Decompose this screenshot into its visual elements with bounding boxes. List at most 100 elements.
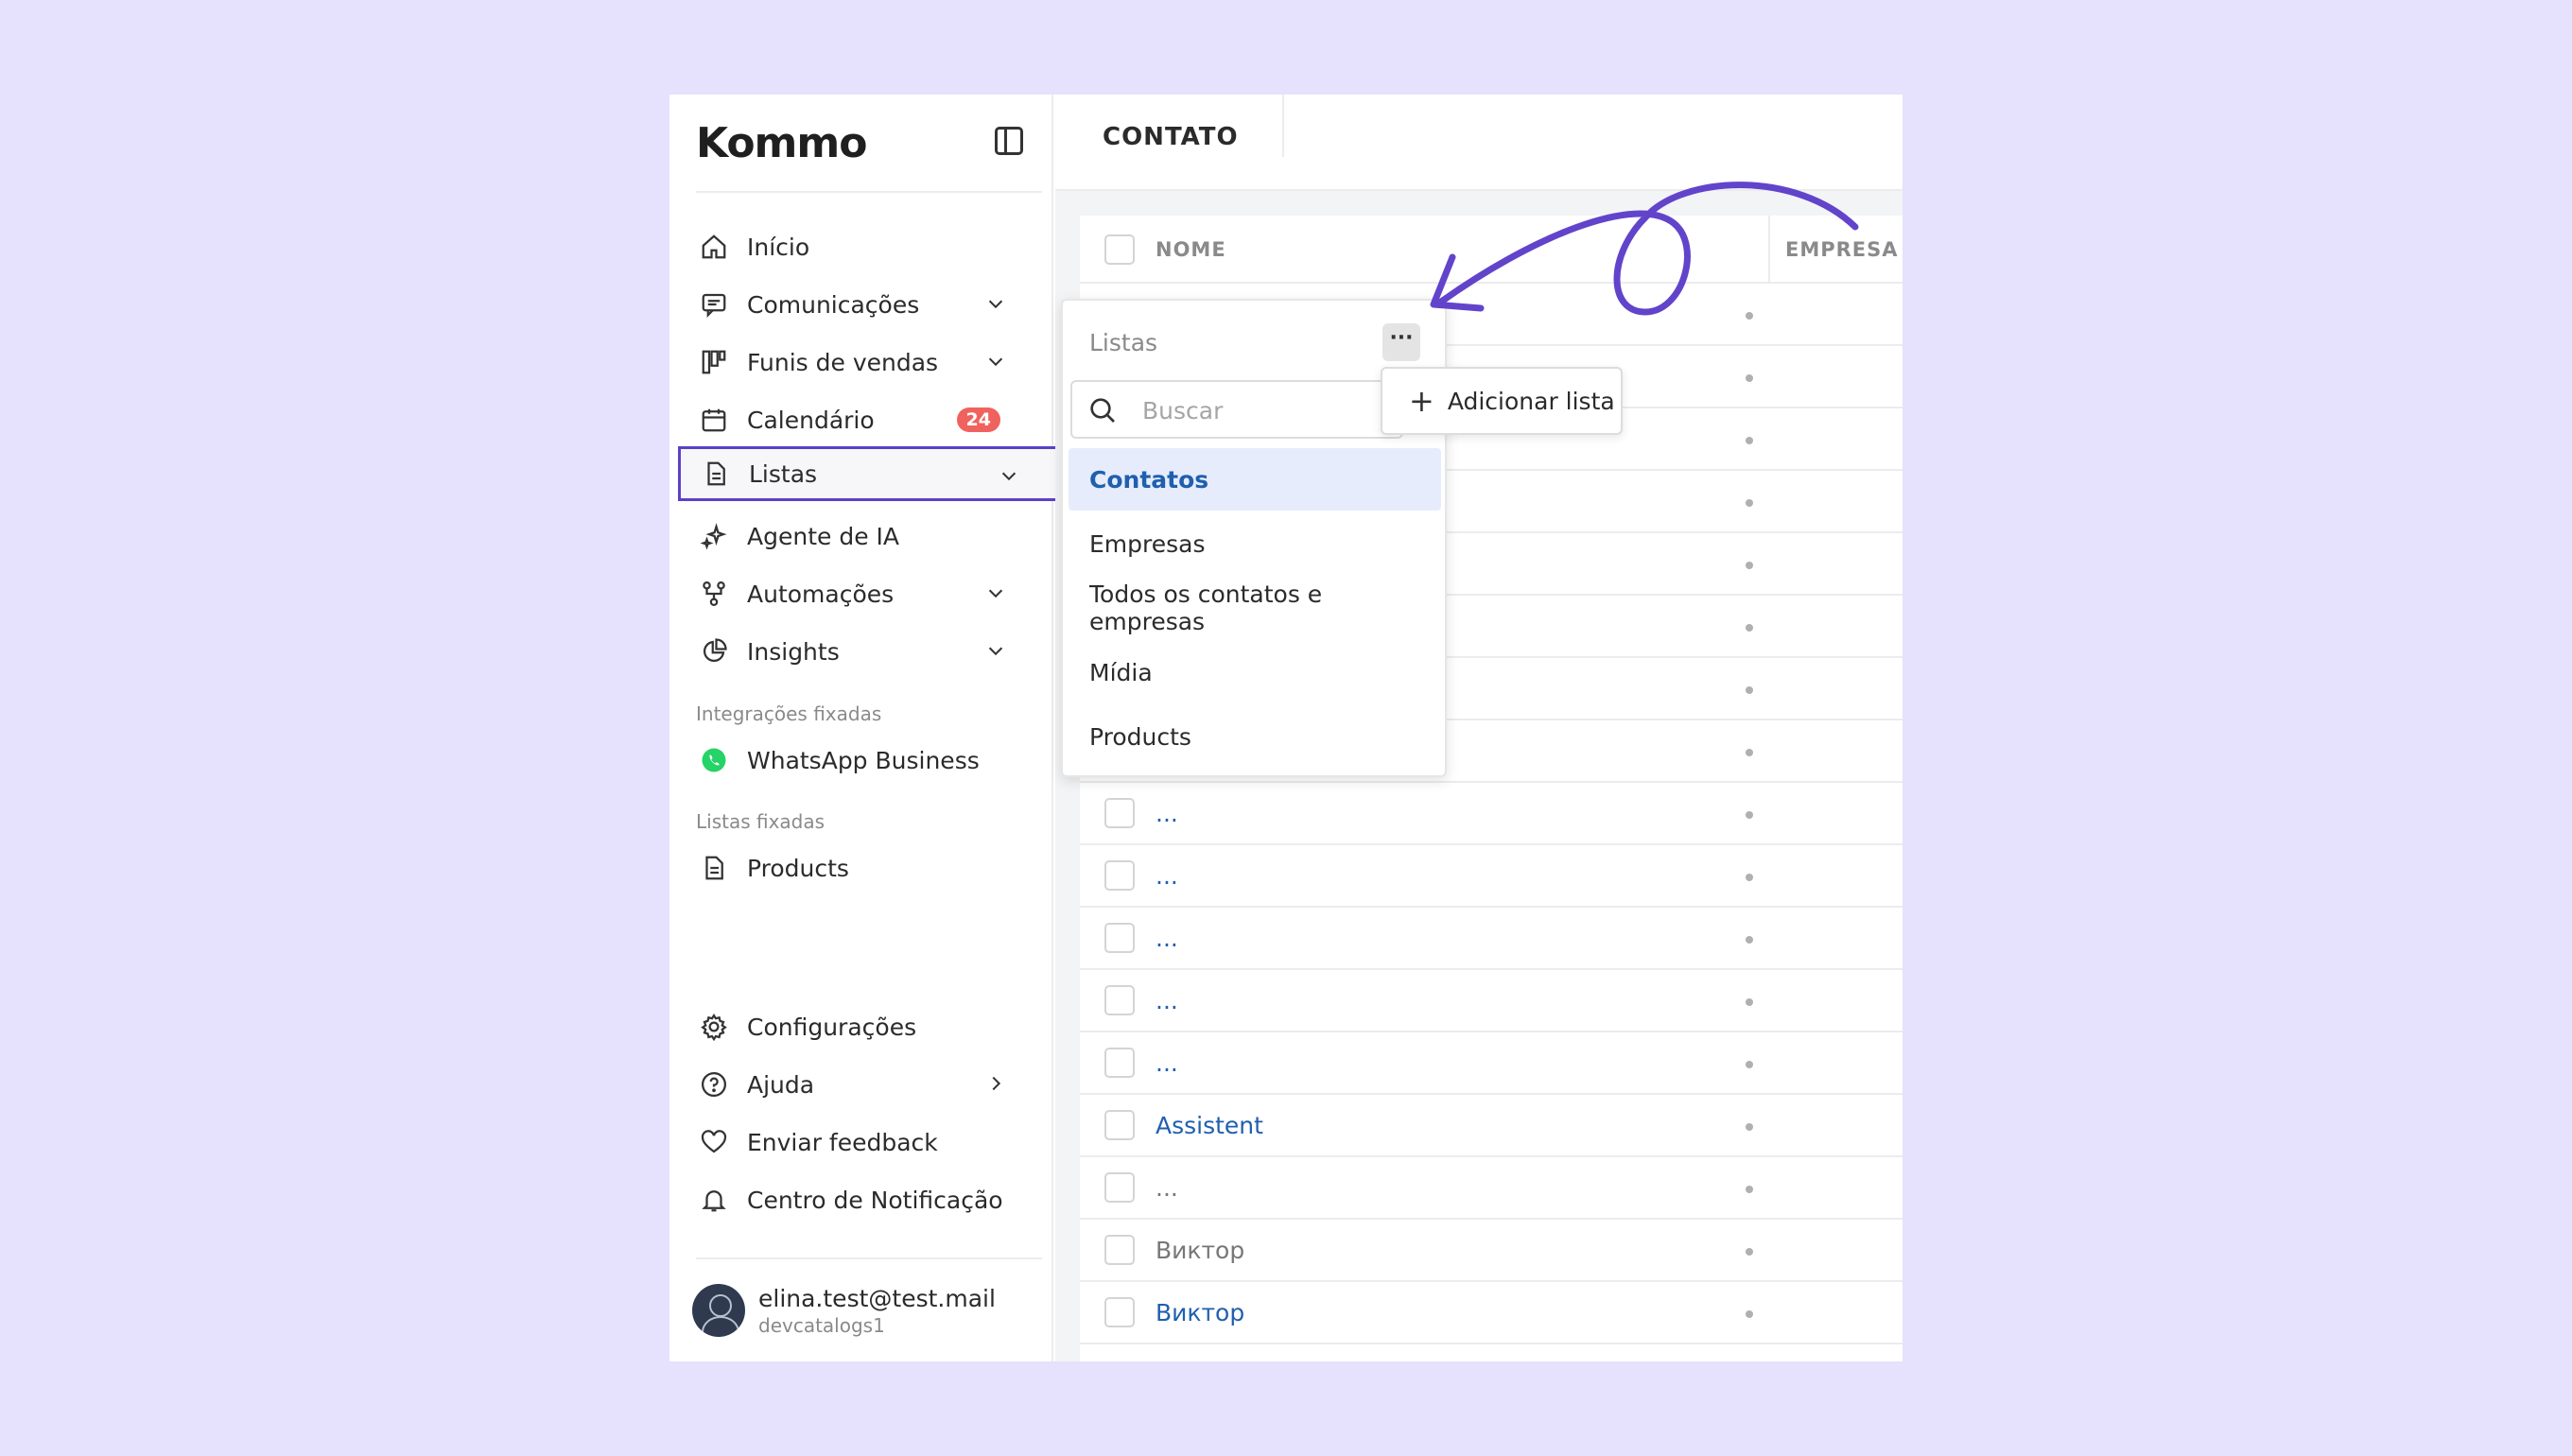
sidebar-item-feedback[interactable]: Enviar feedback [686, 1115, 1029, 1170]
whatsapp-icon [700, 746, 728, 774]
sidebar-item-label: Agente de IA [747, 522, 899, 550]
column-header-name[interactable]: NOME [1156, 238, 1226, 261]
company-placeholder-dot [1746, 499, 1753, 507]
column-divider[interactable] [1768, 216, 1770, 284]
table-row[interactable]: Виктор [1080, 1220, 1903, 1282]
sidebar-item-notificacoes[interactable]: Centro de Notificação [686, 1172, 1029, 1227]
company-placeholder-dot [1746, 624, 1753, 632]
company-placeholder-dot [1746, 749, 1753, 756]
sidebar-item-label: Calendário [747, 406, 875, 434]
table-row[interactable]: Виктор [1080, 1282, 1903, 1344]
sidebar-item-label: Ajuda [747, 1070, 815, 1099]
contact-name-link[interactable]: Assistent [1156, 1112, 1263, 1139]
row-checkbox[interactable] [1104, 923, 1135, 953]
user-profile[interactable]: elina.test@test.mail devcatalogs1 [692, 1284, 996, 1337]
row-checkbox[interactable] [1104, 985, 1135, 1015]
main-header: CONTATO [1055, 95, 1903, 191]
company-placeholder-dot [1746, 998, 1753, 1006]
row-checkbox[interactable] [1104, 1048, 1135, 1078]
select-all-checkbox[interactable] [1104, 234, 1135, 265]
chevron-down-icon[interactable] [985, 582, 1006, 603]
kommo-logo: Kommo [696, 119, 867, 167]
help-icon [700, 1070, 728, 1099]
avatar[interactable] [692, 1284, 745, 1337]
sidebar-item-listas[interactable]: Listas [678, 446, 1058, 501]
table-row[interactable]: Assistent [1080, 1095, 1903, 1157]
chevron-down-icon[interactable] [985, 640, 1006, 661]
sidebar-item-automacoes[interactable]: Automações [686, 566, 1029, 621]
contact-name-link[interactable]: ... [1156, 862, 1178, 890]
chevron-down-icon[interactable] [985, 293, 1006, 314]
row-checkbox[interactable] [1104, 1172, 1135, 1203]
chevron-down-icon[interactable] [999, 465, 1019, 486]
sidebar-item-label: Listas [749, 459, 818, 488]
company-placeholder-dot [1746, 936, 1753, 944]
sidebar-item-label: Automações [747, 580, 895, 608]
sidebar-collapse-icon[interactable] [995, 127, 1023, 155]
sidebar-item-comunicacoes[interactable]: Comunicações [686, 277, 1029, 332]
table-row[interactable]: ... [1080, 845, 1903, 908]
table-row[interactable]: ... [1080, 970, 1903, 1032]
sidebar-item-products[interactable]: Products [686, 841, 1029, 895]
contact-name-link[interactable]: ... [1156, 987, 1178, 1014]
company-placeholder-dot [1746, 437, 1753, 444]
list-option-products[interactable]: Products [1069, 705, 1441, 768]
table-row[interactable]: ... [1080, 783, 1903, 845]
sidebar-item-inicio[interactable]: Início [686, 219, 1029, 274]
chat-icon [700, 290, 728, 319]
company-placeholder-dot [1746, 686, 1753, 694]
header-divider [1282, 95, 1284, 157]
sidebar-item-label: Configurações [747, 1013, 917, 1041]
row-checkbox[interactable] [1104, 1110, 1135, 1140]
contact-name[interactable]: ... [1156, 1174, 1178, 1202]
user-email: elina.test@test.mail [758, 1284, 996, 1312]
lists-search-input[interactable] [1142, 393, 1388, 427]
contact-name-link[interactable]: ... [1156, 925, 1178, 952]
user-org: devcatalogs1 [758, 1313, 885, 1337]
column-header-company[interactable]: EMPRESA [1785, 238, 1899, 261]
table-row[interactable]: ... [1080, 908, 1903, 970]
row-checkbox[interactable] [1104, 1235, 1135, 1265]
sidebar-item-label: Funis de vendas [747, 348, 939, 376]
chevron-right-icon[interactable] [985, 1073, 1006, 1094]
sidebar-item-agente-ia[interactable]: Agente de IA [686, 509, 1029, 563]
sidebar-item-funis[interactable]: Funis de vendas [686, 335, 1029, 390]
sidebar-item-label: Products [747, 854, 849, 882]
list-option-empresas[interactable]: Empresas [1069, 512, 1441, 575]
table-row[interactable]: ... [1080, 1032, 1903, 1095]
contact-name[interactable]: Виктор [1156, 1237, 1244, 1264]
pie-chart-icon [700, 637, 728, 666]
lists-search-box[interactable] [1070, 380, 1403, 439]
sidebar-item-label: WhatsApp Business [747, 746, 980, 774]
row-checkbox[interactable] [1104, 860, 1135, 891]
plus-icon: + [1409, 383, 1434, 419]
table-header: NOME EMPRESA [1080, 216, 1903, 284]
sidebar-item-ajuda[interactable]: Ajuda [686, 1057, 1029, 1112]
contact-name-link[interactable]: Виктор [1156, 1299, 1244, 1326]
pipeline-icon [700, 348, 728, 376]
sidebar-item-configuracoes[interactable]: Configurações [686, 999, 1029, 1054]
row-checkbox[interactable] [1104, 798, 1135, 828]
sidebar-item-whatsapp[interactable]: WhatsApp Business [686, 733, 1029, 788]
calendar-count-badge: 24 [956, 407, 1000, 432]
contact-name-link[interactable]: ... [1156, 1049, 1178, 1077]
sidebar-item-insights[interactable]: Insights [686, 624, 1029, 679]
document-icon [702, 459, 730, 488]
list-option-todos[interactable]: Todos os contatos e empresas [1069, 577, 1441, 639]
pinned-integrations-label: Integrações fixadas [696, 702, 882, 725]
company-placeholder-dot [1746, 874, 1753, 881]
list-option-midia[interactable]: Mídia [1069, 641, 1441, 703]
more-options-button[interactable]: ··· [1382, 323, 1420, 361]
contact-name-link[interactable]: ... [1156, 800, 1178, 827]
sidebar: Kommo Início Comunicações Funis de venda… [669, 95, 1058, 1361]
company-placeholder-dot [1746, 562, 1753, 569]
search-icon [1090, 398, 1115, 423]
pinned-lists-label: Listas fixadas [696, 810, 825, 833]
sidebar-item-calendario[interactable]: Calendário 24 [686, 392, 1029, 447]
add-list-button[interactable]: + Adicionar lista [1381, 367, 1623, 435]
list-option-contatos[interactable]: Contatos [1069, 448, 1441, 511]
chevron-down-icon[interactable] [985, 351, 1006, 372]
sparkle-icon [700, 522, 728, 550]
row-checkbox[interactable] [1104, 1297, 1135, 1327]
table-row[interactable]: ... [1080, 1157, 1903, 1220]
